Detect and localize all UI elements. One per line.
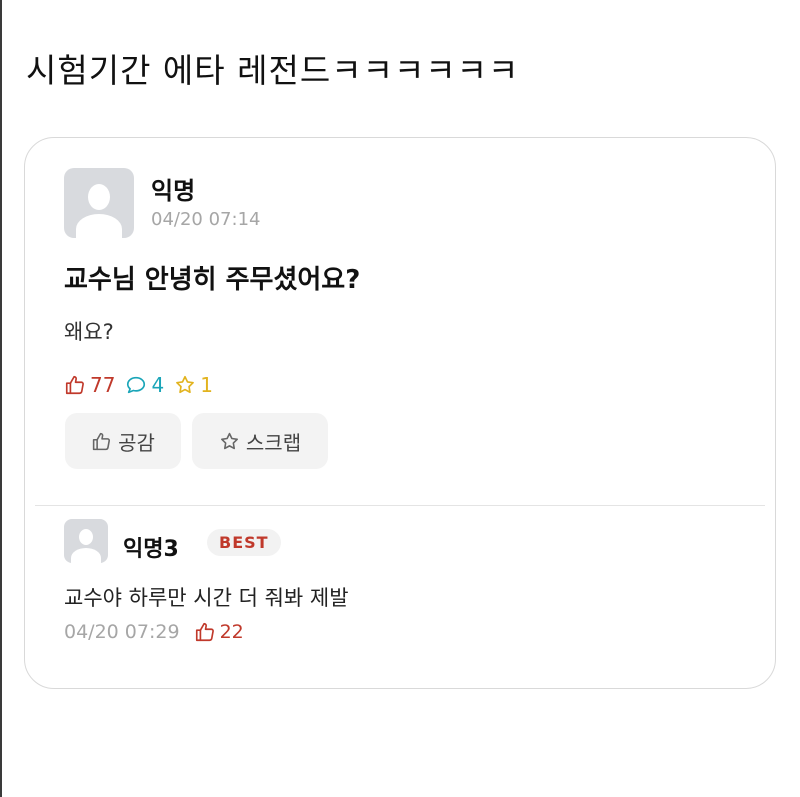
comment-count: 4 [125,373,164,397]
post-body: 왜요? [64,320,114,344]
thumbs-up-icon [65,375,84,395]
post-timestamp: 04/20 07:14 [151,209,261,230]
post-card: 익명 04/20 07:14 교수님 안녕히 주무셨어요? 왜요? 77 4 1… [24,137,776,689]
star-icon [176,375,195,394]
default-avatar-icon [64,519,108,563]
comment-like-count-value: 22 [219,621,244,643]
scrap-count: 1 [174,373,213,397]
star-icon [220,432,238,449]
page-headline: 시험기간 에타 레전드ㅋㅋㅋㅋㅋㅋ [26,51,520,90]
thumbs-up-icon [92,432,111,450]
comment-count-value: 4 [151,373,165,397]
like-button[interactable]: 공감 [65,413,181,469]
comment-meta: 04/20 07:29 22 [64,621,244,643]
best-badge: BEST [207,529,281,556]
like-button-label: 공감 [118,430,155,455]
scrap-button[interactable]: 스크랩 [192,413,328,469]
post-stats: 77 4 1 [64,372,223,398]
like-count-value: 77 [90,373,116,397]
thumbs-up-icon [195,622,214,642]
comment-like-count: 22 [194,621,244,643]
like-count: 77 [64,373,115,397]
comment-bubble-icon [127,376,146,394]
comment-author: 익명3 [123,537,179,562]
scrap-count-value: 1 [200,373,213,397]
comment-divider [35,505,765,506]
default-avatar-icon [64,168,134,238]
post-title: 교수님 안녕히 주무셨어요? [64,265,361,295]
comment-text: 교수야 하루만 시간 더 줘봐 제발 [64,586,349,610]
comment-timestamp: 04/20 07:29 [64,621,180,643]
post-author: 익명 [151,177,196,205]
left-border-line [0,0,2,797]
scrap-button-label: 스크랩 [245,430,302,455]
